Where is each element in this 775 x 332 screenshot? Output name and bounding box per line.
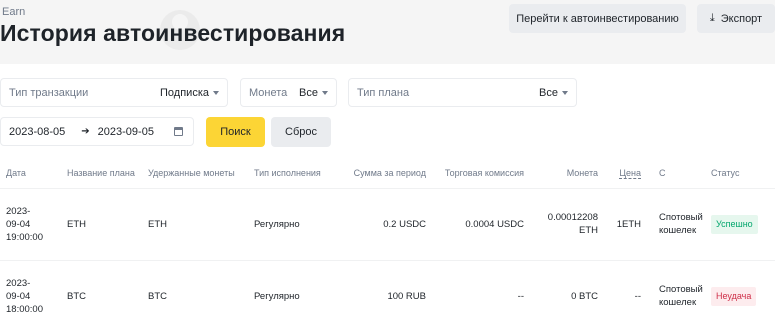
date-to[interactable]: 2023-09-05 xyxy=(98,126,154,138)
held-coin-cell: BTC xyxy=(148,259,254,332)
export-label: Экспорт xyxy=(720,12,763,25)
download-icon: ⤓ xyxy=(709,12,715,24)
date-range-picker[interactable]: 2023-08-05 ➔ 2023-09-05 xyxy=(0,117,194,146)
execution-type-cell: Регулярно xyxy=(254,187,340,260)
date-cell: 2023- 09-04 19:00:00 xyxy=(0,187,60,260)
transaction-type-value: Подписка xyxy=(160,86,209,99)
amount-cell: 100 RUB xyxy=(340,259,426,332)
fee-cell: -- xyxy=(426,259,524,332)
column-header: Торговая комиссия xyxy=(444,167,524,178)
coin-cell: 0 BTC xyxy=(524,259,598,332)
history-table: Дата Название плана Удержанные монеты Ти… xyxy=(0,158,775,332)
go-to-autoinvest-button[interactable]: Перейти к автоинвестированию xyxy=(509,4,686,33)
held-coin-cell: ETH xyxy=(148,187,254,260)
chevron-down-icon xyxy=(322,90,328,95)
table-row: 2023- 09-04 19:00:00 ETH ETH Регулярно 0.2… xyxy=(0,187,775,260)
column-header: Удержанные монеты xyxy=(148,167,235,178)
arrow-right-icon: ➔ xyxy=(81,126,90,137)
source-cell: Спотовый кошелек xyxy=(641,259,711,332)
price-column-header[interactable]: Цена xyxy=(598,158,641,188)
fee-cell: 0.0004 USDC xyxy=(426,187,524,260)
column-header: Монета xyxy=(566,167,598,178)
reset-button[interactable]: Сброс xyxy=(271,117,331,147)
status-cell: Успешно xyxy=(711,187,775,260)
coin-value: Все xyxy=(299,86,318,99)
execution-type-cell: Регулярно xyxy=(254,259,340,332)
table-header-row: Дата Название плана Удержанные монеты Ти… xyxy=(0,158,775,188)
status-badge: Неудача xyxy=(711,286,757,306)
price-cell: -- xyxy=(598,259,641,332)
page-header: Earn История автоинвестирования Перейти … xyxy=(0,0,775,64)
table-row: 2023- 09-04 18:00:00 BTC BTC Регулярно 100… xyxy=(0,259,775,332)
date-cell: 2023- 09-04 18:00:00 xyxy=(0,259,60,332)
plan-type-placeholder: Тип плана xyxy=(357,86,410,99)
transaction-type-placeholder: Тип транзакции xyxy=(9,86,89,99)
plan-cell: BTC xyxy=(60,259,148,332)
plan-type-value: Все xyxy=(539,86,558,99)
status-cell: Неудача xyxy=(711,259,775,332)
column-header: Тип исполнения xyxy=(254,167,321,178)
price-cell: 1ETH xyxy=(598,187,641,260)
amount-cell: 0.2 USDC xyxy=(340,187,426,260)
export-button[interactable]: ⤓ Экспорт xyxy=(697,4,775,33)
column-header: С xyxy=(659,167,666,178)
chevron-down-icon xyxy=(213,90,219,95)
chevron-down-icon xyxy=(562,90,568,95)
calendar-icon xyxy=(174,127,183,136)
column-header: Статус xyxy=(711,167,740,178)
plan-cell: ETH xyxy=(60,187,148,260)
column-header: Название плана xyxy=(67,167,135,178)
breadcrumb[interactable]: Earn xyxy=(2,6,25,18)
date-from[interactable]: 2023-08-05 xyxy=(9,126,65,138)
column-header: Сумма за период xyxy=(353,167,426,178)
search-button[interactable]: Поиск xyxy=(206,117,265,147)
plan-type-select[interactable]: Тип плана Все xyxy=(348,78,577,107)
coin-select[interactable]: Монета Все xyxy=(240,78,337,107)
page-title: История автоинвестирования xyxy=(0,20,346,46)
transaction-type-select[interactable]: Тип транзакции Подписка xyxy=(0,78,228,107)
status-badge: Успешно xyxy=(711,214,758,234)
column-header: Дата xyxy=(6,167,26,178)
source-cell: Спотовый кошелек xyxy=(641,187,711,260)
coin-placeholder: Монета xyxy=(249,86,288,99)
coin-cell: 0.00012208 ETH xyxy=(524,187,598,260)
